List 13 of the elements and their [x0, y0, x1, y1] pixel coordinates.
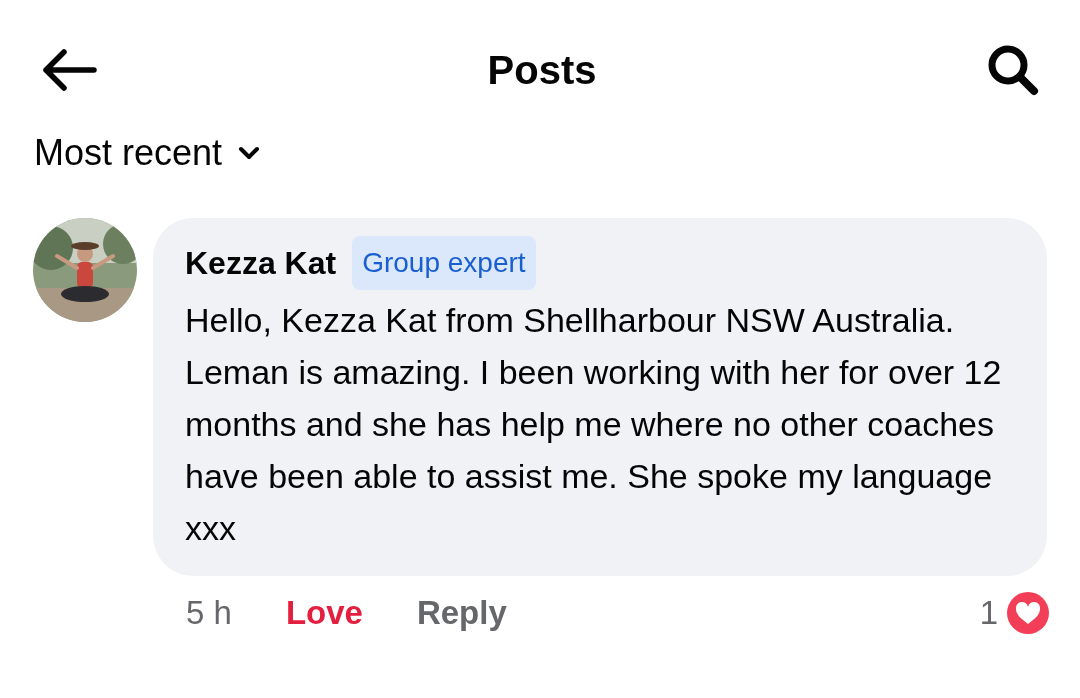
- back-arrow-icon[interactable]: [40, 48, 98, 92]
- caret-icon[interactable]: [238, 146, 261, 160]
- search-icon[interactable]: [986, 43, 1040, 97]
- timestamp: 5 h: [186, 593, 232, 633]
- sort-label[interactable]: Most recent: [34, 126, 223, 180]
- reaction-count: 1: [979, 593, 998, 633]
- comment-text: Hello, Kezza Kat from Shellharbour NSW Australia. Leman is amazing. I been working with her for over 12 months and she has help me where no other coaches have been able to assist me. She spoke my language xxx: [185, 300, 1003, 549]
- author-name[interactable]: Kezza Kat: [185, 239, 337, 287]
- love-reaction-link[interactable]: Love: [285, 588, 363, 638]
- reply-link[interactable]: Reply: [416, 588, 507, 638]
- role-badge: Group expert: [352, 236, 536, 290]
- page-title: Posts: [487, 47, 597, 94]
- heart-reaction-icon: [1006, 590, 1050, 635]
